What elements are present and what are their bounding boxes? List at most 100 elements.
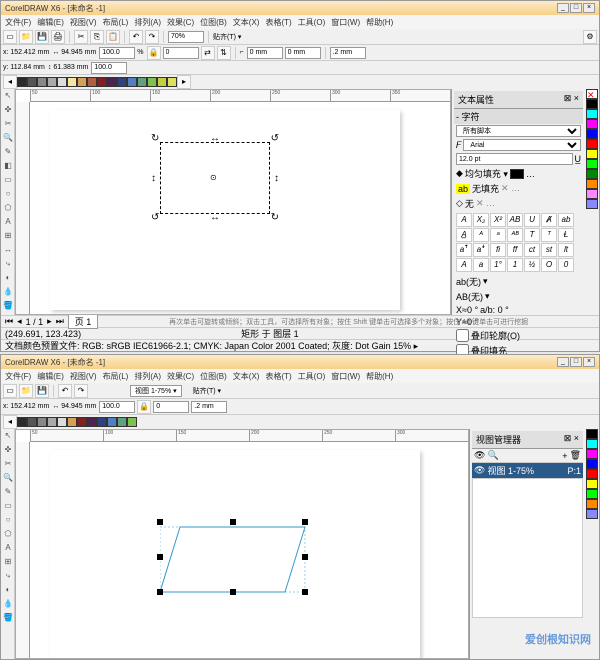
- connector-tool-icon[interactable]: ⤷: [1, 257, 15, 271]
- page-first-icon[interactable]: ⏮: [5, 316, 13, 327]
- close-icon[interactable]: ×: [583, 357, 595, 367]
- stroke-input[interactable]: [191, 401, 227, 413]
- color-swatch[interactable]: [117, 417, 127, 427]
- rotate-handle-bl[interactable]: ↺: [151, 212, 159, 223]
- page-prev-icon[interactable]: ◂: [17, 316, 22, 327]
- menu-table[interactable]: 表格(T): [265, 17, 291, 28]
- color-swatch[interactable]: [586, 199, 598, 209]
- maximize-icon[interactable]: □: [570, 3, 582, 13]
- mirror-h-icon[interactable]: ⇄: [201, 46, 215, 60]
- center-pivot-icon[interactable]: ⊙: [210, 173, 217, 182]
- menu-text[interactable]: 文本(X): [233, 371, 260, 382]
- rectangle-tool-icon[interactable]: ▭: [1, 173, 15, 187]
- resize-handle[interactable]: [230, 589, 236, 595]
- menu-window[interactable]: 窗口(W): [331, 17, 360, 28]
- lock-ratio-icon[interactable]: 🔒: [147, 46, 161, 60]
- char-btn[interactable]: 1°: [490, 258, 506, 272]
- minimize-icon[interactable]: _: [557, 3, 569, 13]
- color-swatch[interactable]: [586, 509, 598, 519]
- view-add-icon[interactable]: 👁: [474, 450, 485, 461]
- color-swatch[interactable]: [586, 149, 598, 159]
- panel-close-icon[interactable]: ⊠ ×: [564, 93, 579, 106]
- panel-close-icon[interactable]: ⊠ ×: [564, 433, 579, 446]
- scale-input[interactable]: [99, 401, 135, 413]
- menu-window[interactable]: 窗口(W): [331, 371, 360, 382]
- resize-handle[interactable]: [302, 519, 308, 525]
- color-swatch[interactable]: [586, 499, 598, 509]
- color-swatch[interactable]: [147, 77, 157, 87]
- color-swatch[interactable]: [97, 77, 107, 87]
- color-swatch[interactable]: [586, 169, 598, 179]
- new-icon[interactable]: ▭: [3, 384, 17, 398]
- zoom-combo[interactable]: 视图 1-75% ▾: [130, 385, 182, 397]
- font-combo[interactable]: Arial: [463, 139, 581, 151]
- resize-handle[interactable]: [302, 554, 308, 560]
- view-item-selected[interactable]: 👁视图 1-75%P:1: [472, 463, 583, 478]
- char-btn[interactable]: T: [524, 228, 540, 242]
- color-swatch[interactable]: [107, 77, 117, 87]
- save-icon[interactable]: 💾: [35, 30, 49, 44]
- color-swatch[interactable]: [37, 77, 47, 87]
- snap-dropdown[interactable]: 贴齐(T) ▾: [213, 32, 241, 42]
- color-swatch[interactable]: [586, 129, 598, 139]
- text-tool-icon[interactable]: A: [1, 541, 15, 555]
- menu-layout[interactable]: 布局(L): [103, 17, 129, 28]
- paste-icon[interactable]: 📋: [106, 30, 120, 44]
- resize-handle[interactable]: [302, 589, 308, 595]
- color-swatch[interactable]: [586, 109, 598, 119]
- rectangle-tool-icon[interactable]: ▭: [1, 499, 15, 513]
- char-btn[interactable]: 1: [507, 258, 523, 272]
- outline-color[interactable]: [510, 169, 524, 179]
- menu-tools[interactable]: 工具(O): [298, 371, 326, 382]
- lock-ratio-icon[interactable]: 🔒: [137, 400, 151, 414]
- color-swatch[interactable]: [137, 77, 147, 87]
- char-btn[interactable]: ab: [558, 213, 574, 227]
- color-swatch[interactable]: [17, 417, 27, 427]
- undo-icon[interactable]: ↶: [129, 30, 143, 44]
- char-btn[interactable]: ᴬᴮ: [507, 228, 523, 242]
- char-btn[interactable]: ct: [524, 243, 540, 257]
- color-swatch[interactable]: [107, 417, 117, 427]
- swatch-prev-icon[interactable]: ◂: [3, 75, 17, 89]
- skew-handle-b[interactable]: ↔: [210, 212, 220, 223]
- char-btn[interactable]: Ⱥ: [541, 213, 557, 227]
- text-tool-icon[interactable]: A: [1, 215, 15, 229]
- zoom-tool-icon[interactable]: 🔍: [1, 471, 15, 485]
- page-tab[interactable]: 页 1: [68, 314, 99, 329]
- resize-handle[interactable]: [157, 554, 163, 560]
- close-icon[interactable]: ×: [583, 3, 595, 13]
- pick-tool-icon[interactable]: ↖: [1, 89, 15, 103]
- underline-icon[interactable]: U̲: [575, 154, 582, 164]
- char-btn[interactable]: ff: [507, 243, 523, 257]
- color-swatch[interactable]: [586, 429, 598, 439]
- rotate-handle-tr[interactable]: ↺: [271, 133, 279, 144]
- color-swatch[interactable]: [17, 77, 27, 87]
- char-btn[interactable]: A: [456, 258, 472, 272]
- char-btn[interactable]: U: [524, 213, 540, 227]
- char-btn[interactable]: A̲: [456, 228, 472, 242]
- scripts-combo[interactable]: 所有脚本: [456, 125, 581, 137]
- color-swatch[interactable]: [97, 417, 107, 427]
- shadow-checkbox[interactable]: [456, 329, 469, 342]
- open-icon[interactable]: 📁: [19, 384, 33, 398]
- color-swatch[interactable]: [117, 77, 127, 87]
- freehand-tool-icon[interactable]: ✎: [1, 145, 15, 159]
- maximize-icon[interactable]: □: [570, 357, 582, 367]
- color-swatch[interactable]: [57, 77, 67, 87]
- color-swatch[interactable]: [586, 489, 598, 499]
- color-swatch[interactable]: [87, 417, 97, 427]
- color-swatch[interactable]: [157, 77, 167, 87]
- view-list[interactable]: [472, 478, 583, 618]
- drawing-area[interactable]: [30, 442, 468, 658]
- menu-edit[interactable]: 编辑(E): [37, 17, 64, 28]
- swatch-prev-icon[interactable]: ◂: [3, 415, 17, 429]
- skew-handle-t[interactable]: ↔: [210, 133, 220, 144]
- color-swatch[interactable]: [27, 417, 37, 427]
- minimize-icon[interactable]: _: [557, 357, 569, 367]
- save-icon[interactable]: 💾: [35, 384, 49, 398]
- font-size-input[interactable]: [456, 153, 573, 165]
- color-swatch[interactable]: [586, 119, 598, 129]
- swatch-next-icon[interactable]: ▸: [177, 75, 191, 89]
- rotation-input[interactable]: [153, 401, 189, 413]
- canvas[interactable]: 50 100 150 200 250 300 350 ↻ ↺ ↺ ↻ ↔ ↔ ↕: [15, 89, 451, 315]
